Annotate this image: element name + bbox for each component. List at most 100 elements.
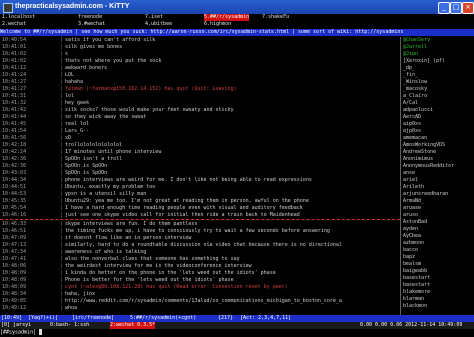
chat-separator: | [60, 184, 64, 190]
maximize-button[interactable]: □ [450, 2, 462, 14]
chat-message: thats not where you put the sock [65, 58, 162, 64]
chat-separator: | [60, 135, 64, 141]
chat-separator: | [60, 51, 64, 57]
chat-timestamp: 10:41:31 [2, 93, 27, 99]
nicklist-item[interactable]: AercAD [403, 114, 421, 120]
nicklist-item[interactable]: aruase [403, 205, 421, 211]
chat-buffer[interactable]: 10:40:54Ubuntu|satis if you can't afford… [0, 37, 400, 315]
chat-message: 17 minutes until phone interview [65, 149, 162, 155]
read-marker-divider [0, 219, 400, 220]
tab-4-ubitbee[interactable]: 4.ubitbee [145, 21, 172, 28]
nicklist-item[interactable]: ariel [403, 177, 418, 183]
nicklist-item[interactable]: ArmaNd_ [403, 198, 424, 204]
nicklist-item[interactable]: AnonymousRedditor [403, 163, 454, 169]
chat-timestamp: 10:41:02 [2, 51, 27, 57]
nicklist-item[interactable]: adpaolucci [403, 107, 433, 113]
nicklist-item[interactable]: ajp0xs [403, 128, 421, 134]
minimize-button[interactable]: _ [438, 2, 450, 14]
chat-separator: | [60, 72, 64, 78]
nicklist-item[interactable]: [Xeroxin] (pf) [403, 58, 445, 64]
nicklist-item[interactable]: anse [403, 170, 415, 176]
chat-separator: | [60, 198, 64, 204]
chat-separator: | [60, 205, 64, 211]
nicklist-item[interactable]: AstonBad [403, 219, 427, 225]
chat-separator: | [60, 121, 64, 127]
close-button[interactable]: × [462, 2, 474, 14]
nicklist-item[interactable]: bacco [403, 247, 418, 253]
chat-timestamp: 10:47:34 [2, 249, 27, 255]
chat-separator: | [60, 177, 64, 183]
nicklist-item[interactable]: @ChanServ [403, 37, 430, 43]
nicklist-item[interactable]: baigeabb [403, 268, 427, 274]
tab-7-iset[interactable]: 7.iset [145, 14, 163, 21]
nicklist-item[interactable]: bapz [403, 254, 415, 260]
chat-message: http://www.reddit.com/r/sysadmin/comment… [65, 298, 342, 304]
nick-list[interactable]: @ChanServ @Jarrell @Jipn [Xeroxin] (pf) _dp_… [403, 37, 474, 315]
chat-message: hahaha [65, 79, 84, 85]
nicklist-item[interactable]: blarman [403, 296, 424, 302]
window-tabs-row-1: 1.localhost freenode 7.iset 5.##/r/sysadmin… [0, 14, 474, 21]
nicklist-item[interactable]: bealsm [403, 261, 421, 267]
nicklist-item[interactable]: AmosWorkingVDS [403, 142, 445, 148]
nicklist-item[interactable]: Anonimimus [403, 156, 433, 162]
window-title: thepracticalsysadmin.com - KiTTY [15, 3, 130, 10]
tmux-window-list[interactable]: 0:bash- 1:ssh [50, 322, 89, 329]
status-server: [irc/freenode] [72, 315, 115, 321]
chat-separator: | [60, 86, 64, 92]
nicklist-item[interactable]: azbmoon [403, 240, 424, 246]
tab-freenode[interactable]: freenode [78, 14, 102, 21]
chat-timestamp: 10:45:54 [2, 205, 27, 211]
tab-5-r-sysadmin[interactable]: 5.##/r/sysadmin [204, 14, 250, 21]
chat-message: lol [65, 93, 75, 99]
tmux-window-active[interactable]: 2:wechat 0.3.5* [110, 322, 156, 329]
nicklist-item[interactable]: _dp_ [403, 65, 415, 71]
tab-7-shakefu[interactable]: 7.shakeFu [262, 14, 289, 21]
chat-timestamp: 10:41:01 [2, 44, 27, 50]
chat-timestamp: 10:44:51 [2, 184, 27, 190]
chat-separator: | [60, 212, 64, 218]
nicklist-item[interactable]: ayden [403, 226, 418, 232]
chat-timestamp: 10:47:09 [2, 235, 27, 241]
chat-timestamp: 10:41:12 [2, 65, 27, 71]
tab-1-localhost[interactable]: 1.localhost [2, 14, 35, 21]
tab-6-highmon[interactable]: 6.highmon [204, 21, 231, 28]
nicklist-item[interactable]: _fin_ [403, 72, 418, 78]
nicklist-item[interactable]: amemacan [403, 135, 427, 141]
nicklist-item[interactable]: aruso [403, 212, 418, 218]
chat-separator: | [60, 235, 64, 241]
chat-message: i kinda do better on the phone in the 'l… [65, 270, 276, 276]
nicklist-item[interactable]: @Jipn [403, 51, 418, 57]
chat-message: Lars_G-- [65, 128, 90, 134]
nicklist-item[interactable]: A/Cal [403, 100, 418, 106]
chat-separator: | [60, 263, 64, 269]
chat-timestamp: 10:47:41 [2, 256, 27, 262]
chat-message: awareness of who is talking [65, 249, 147, 255]
nicklist-item[interactable]: @Jarrell [403, 44, 427, 50]
chat-message: haha, jinx [65, 291, 96, 297]
nicklist-item[interactable]: _Winslow [403, 79, 427, 85]
nicklist-item[interactable]: _macosky [403, 86, 427, 92]
nicklist-item[interactable]: a_Clairo [403, 93, 427, 99]
nicklist-item[interactable]: Arileth [403, 184, 424, 190]
input-line[interactable]: [##sysadmin] [0, 329, 474, 336]
chat-separator: | [60, 93, 64, 99]
chat-separator: | [60, 277, 64, 283]
title-bar[interactable]: thepracticalsysadmin.com - KiTTY _ □ × [0, 0, 474, 14]
chat-message: fatman (~fatmanx@150.162.14.152) has qui… [65, 86, 237, 92]
tmux-status-bar: [0] jarsyi 0:bash- 1:ssh 2:wechat 0.3.5*… [0, 322, 474, 329]
nicklist-item[interactable]: arjunsreedharan [403, 191, 448, 197]
tab-3-wechat[interactable]: 3.#wechat [78, 21, 105, 28]
nicklist-item[interactable]: aip0xs [403, 121, 421, 127]
nicklist-item[interactable]: AyCbea [403, 233, 421, 239]
nicklist-item[interactable]: AndrewStone [403, 149, 436, 155]
nicklist-item[interactable]: blackmon [403, 303, 427, 309]
nicklist-item[interactable]: basestart [403, 282, 430, 288]
tab-2-wechat[interactable]: 2.wechat [2, 21, 26, 28]
status-bar: [10:49] [Yaq?(+i)] [irc/freenode] 5:##/r… [0, 315, 474, 322]
nicklist-item[interactable]: basestart [403, 275, 430, 281]
chat-separator: | [60, 128, 64, 134]
nicklist-item[interactable]: blakemore [403, 289, 430, 295]
chat-timestamp: 10:41:27 [2, 86, 27, 92]
chat-message: whoa [65, 305, 78, 311]
putty-icon [3, 3, 13, 13]
